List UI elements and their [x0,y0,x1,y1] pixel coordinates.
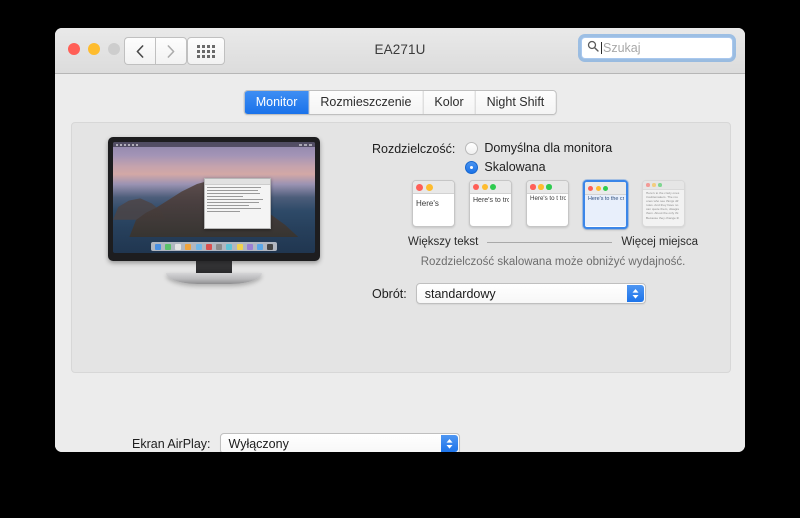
search-icon [587,39,599,57]
thumbnail-text-line: Here's to the cr troublemakers. ones who… [588,196,624,203]
resolution-label: Rozdzielczość: [372,141,455,156]
monitor-illustration [108,137,320,284]
scaling-scale-labels: Większy tekst Więcej miejsca [408,236,698,248]
resolution-option-scaled-label: Skalowana [484,160,545,174]
radio-default-icon [465,142,478,155]
thumbnail-text: Here's [413,194,454,227]
monitor-bezel [108,137,320,261]
scale-divider-line [487,242,612,243]
preview-document-text [205,185,270,216]
resolution-option-default[interactable]: Domyślna dla monitora [465,141,612,155]
resolution-thumbnail-3[interactable]: Here's to t troublema ones who [526,180,569,227]
tab-arrangement[interactable]: Rozmieszczenie [309,91,423,114]
thumbnail-text-line: Here's to troublem [473,196,509,206]
airplay-popup-button[interactable]: Wyłączony [220,433,460,452]
monitor-stand-neck [196,261,232,273]
tab-bar: Monitor Rozmieszczenie Kolor Night Shift [244,90,557,115]
airplay-label: Ekran AirPlay: [132,437,211,451]
airplay-row: Ekran AirPlay: Wyłączony [132,433,460,452]
thumbnail-text-line: Here's to t troublema ones who [530,195,566,203]
tab-color[interactable]: Kolor [423,91,475,114]
thumbnail-text: Here's to the cr troublemakers. ones who… [585,195,626,226]
window-content: Monitor Rozmieszczenie Kolor Night Shift [55,74,745,452]
rotation-label: Obrót: [372,287,407,301]
preview-document-window [204,178,271,230]
window-titlebar: EA271U Szukaj [55,28,745,74]
resolution-thumbnail-1[interactable]: Here's [412,180,455,227]
rotation-value: standardowy [417,287,504,301]
resolution-thumbnail-4-selected[interactable]: Here's to the cr troublemakers. ones who… [583,180,628,229]
thumbnail-titlebar [585,182,626,195]
rotation-row: Obrót: standardowy [372,283,646,304]
resolution-option-scaled[interactable]: Skalowana [465,160,612,174]
search-placeholder: Szukaj [603,41,641,55]
resolution-thumbnail-2[interactable]: Here's to troublem [469,180,512,227]
thumbnail-text: Here's to troublem [470,194,511,226]
preview-menu-status-icons [299,144,312,146]
monitor-settings-panel: Rozdzielczość: Domyślna dla monitora Ska… [71,122,731,373]
tab-monitor[interactable]: Monitor [245,91,310,114]
thumbnail-text: Here's to t troublema ones who [527,194,568,225]
more-space-label: Więcej miejsca [621,236,698,248]
preview-menu-items [116,144,138,146]
thumbnail-text: Here's to the crazy ones troublemakers. … [643,190,684,225]
thumbnail-titlebar [527,181,568,194]
search-field[interactable]: Szukaj [581,37,733,59]
preview-dock [151,242,276,251]
scaled-resolution-options: Here's Here's to troublem [412,180,685,229]
monitor-stand-base [166,273,262,284]
resolution-radio-group: Domyślna dla monitora Skalowana [465,141,612,174]
thumbnail-titlebar [413,181,454,194]
thumbnail-text-line: Here's to the crazy ones troublemakers. … [646,191,682,220]
text-cursor [601,42,602,54]
preview-menu-bar [113,142,315,147]
rotation-popup-button[interactable]: standardowy [416,283,646,304]
performance-warning: Rozdzielczość skalowana może obniżyć wyd… [408,256,698,268]
airplay-value: Wyłączony [221,437,297,451]
tab-night-shift[interactable]: Night Shift [476,91,556,114]
chevron-updown-icon [627,285,644,302]
resolution-thumbnail-5[interactable]: Here's to the crazy ones troublemakers. … [642,180,685,227]
monitor-screen-preview [113,142,315,253]
radio-scaled-icon [465,161,478,174]
chevron-updown-icon [441,435,458,452]
resolution-row: Rozdzielczość: Domyślna dla monitora Ska… [372,141,612,174]
thumbnail-titlebar [470,181,511,194]
thumbnail-text-line: Here's [416,198,452,209]
system-preferences-window: EA271U Szukaj Monitor Rozmieszczenie Kol… [55,28,745,452]
screen-root: EA271U Szukaj Monitor Rozmieszczenie Kol… [0,0,800,518]
larger-text-label: Większy tekst [408,236,478,248]
resolution-option-default-label: Domyślna dla monitora [484,141,612,155]
thumbnail-titlebar [643,181,684,190]
